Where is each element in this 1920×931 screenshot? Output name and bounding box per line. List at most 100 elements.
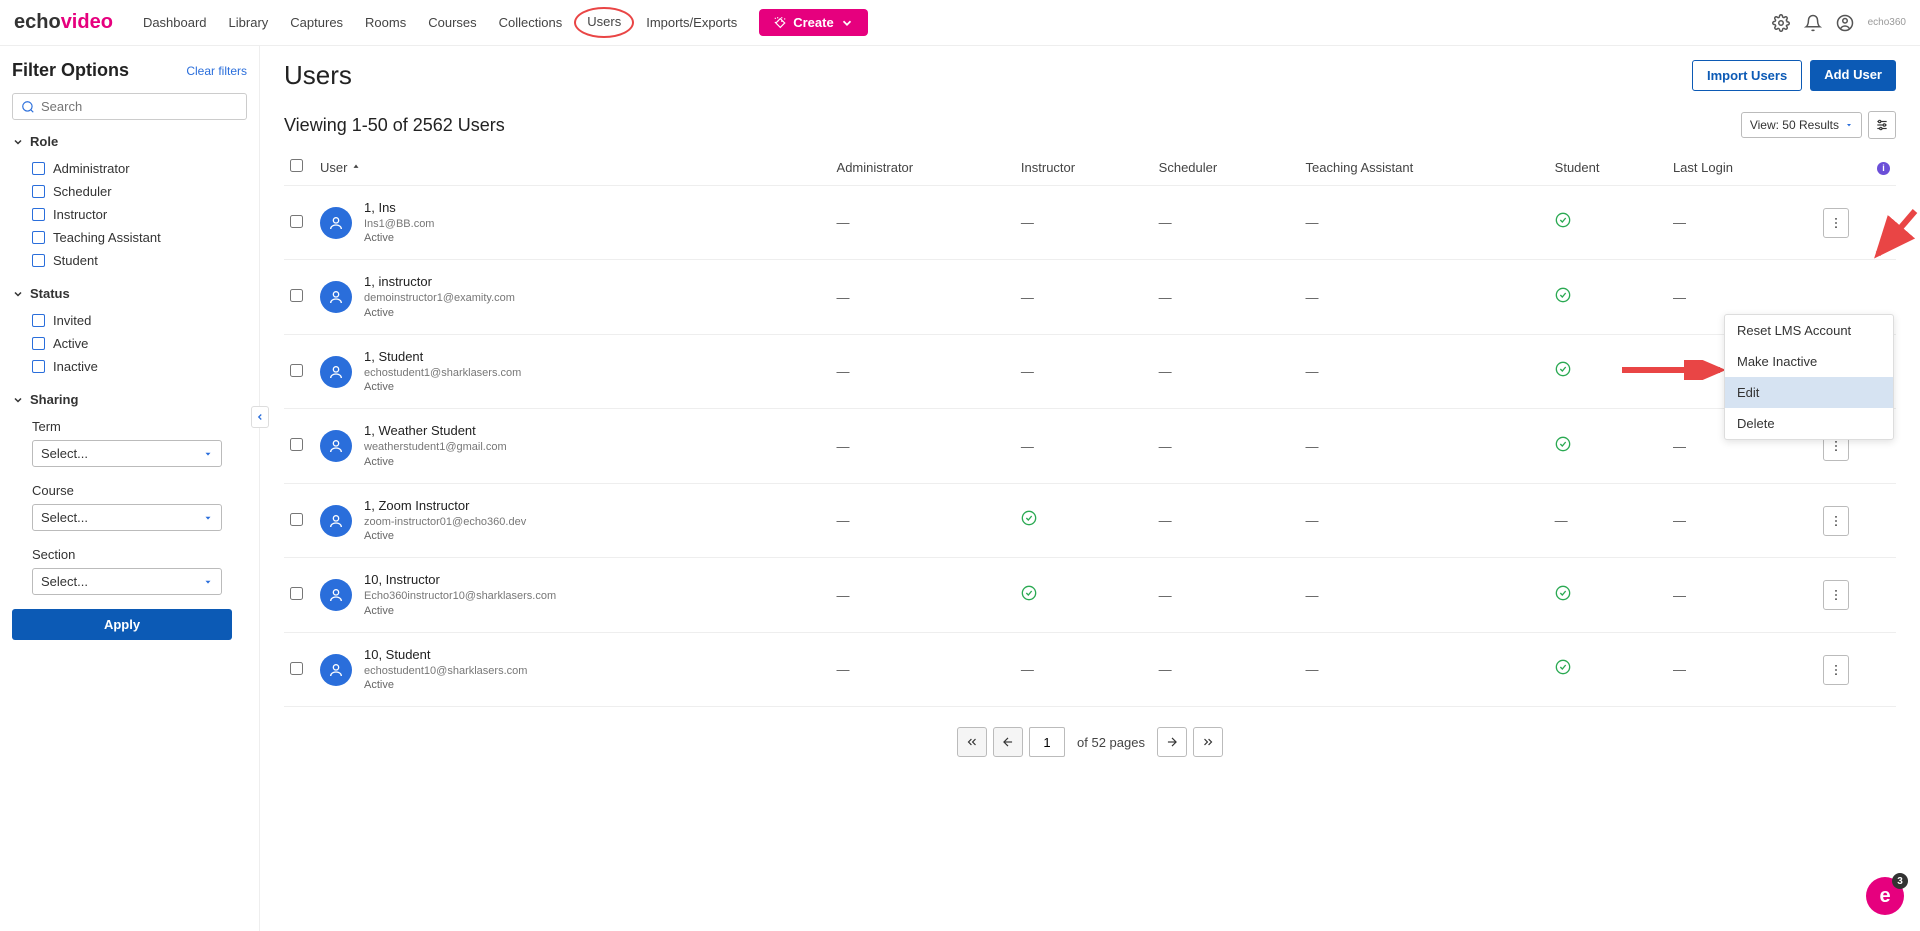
user-cell[interactable]: 1, Weather Student weatherstudent1@gmail… xyxy=(320,423,825,468)
chevrons-right-icon xyxy=(1201,735,1215,749)
clear-filters-link[interactable]: Clear filters xyxy=(186,64,247,78)
context-item-delete[interactable]: Delete xyxy=(1725,408,1893,439)
check-icon xyxy=(1021,513,1037,530)
dash-value: — xyxy=(837,439,850,454)
user-cell[interactable]: 1, Ins Ins1@BB.com Active xyxy=(320,200,825,245)
row-actions-button[interactable] xyxy=(1823,506,1849,536)
user-circle-icon[interactable] xyxy=(1836,14,1854,32)
th-user[interactable]: User xyxy=(314,149,831,186)
filter-sharing-heading: Sharing xyxy=(30,392,78,407)
filter-item-ta[interactable]: Teaching Assistant xyxy=(12,226,247,249)
row-checkbox[interactable] xyxy=(290,587,303,600)
nav-rooms[interactable]: Rooms xyxy=(355,9,416,36)
filter-item-student[interactable]: Student xyxy=(12,249,247,272)
row-actions-button[interactable] xyxy=(1823,655,1849,685)
filter-item-scheduler[interactable]: Scheduler xyxy=(12,180,247,203)
checkbox-icon xyxy=(32,231,45,244)
filter-search[interactable] xyxy=(12,93,247,120)
nav-captures[interactable]: Captures xyxy=(280,9,353,36)
settings-slider-button[interactable] xyxy=(1868,111,1896,139)
table-row: 1, Student echostudent1@sharklasers.com … xyxy=(284,334,1896,408)
user-email: echostudent10@sharklasers.com xyxy=(364,664,527,678)
search-input[interactable] xyxy=(41,99,238,114)
context-item-make-inactive[interactable]: Make Inactive xyxy=(1725,346,1893,377)
chevron-down-icon xyxy=(12,288,24,300)
check-icon xyxy=(1555,364,1571,381)
user-name: 1, instructor xyxy=(364,274,515,291)
filter-item-active[interactable]: Active xyxy=(12,332,247,355)
context-item-reset-lms-account[interactable]: Reset LMS Account xyxy=(1725,315,1893,346)
row-actions-button[interactable] xyxy=(1823,580,1849,610)
user-cell[interactable]: 1, Zoom Instructor zoom-instructor01@ech… xyxy=(320,498,825,543)
dash-value: — xyxy=(1673,215,1686,230)
row-checkbox[interactable] xyxy=(290,289,303,302)
filter-status-toggle[interactable]: Status xyxy=(12,286,247,301)
add-user-button[interactable]: Add User xyxy=(1810,60,1896,91)
dash-value: — xyxy=(1673,588,1686,603)
nav-collections[interactable]: Collections xyxy=(489,9,573,36)
user-email: weatherstudent1@gmail.com xyxy=(364,440,507,454)
arrow-left-icon xyxy=(1001,735,1015,749)
row-context-menu: Reset LMS AccountMake InactiveEditDelete xyxy=(1724,314,1894,440)
nav-imports-exports[interactable]: Imports/Exports xyxy=(636,9,747,36)
filter-item-administrator[interactable]: Administrator xyxy=(12,157,247,180)
row-checkbox[interactable] xyxy=(290,438,303,451)
page-first-button[interactable] xyxy=(957,727,987,757)
page-last-button[interactable] xyxy=(1193,727,1223,757)
course-label: Course xyxy=(12,479,247,504)
filter-sharing-toggle[interactable]: Sharing xyxy=(12,392,247,407)
row-checkbox[interactable] xyxy=(290,215,303,228)
context-item-edit[interactable]: Edit xyxy=(1725,377,1893,408)
th-student[interactable]: Student xyxy=(1549,149,1667,186)
info-icon[interactable]: i xyxy=(1877,162,1890,175)
section-select[interactable]: Select... xyxy=(32,568,222,595)
nav-dashboard[interactable]: Dashboard xyxy=(133,9,217,36)
nav-courses[interactable]: Courses xyxy=(418,9,486,36)
user-cell[interactable]: 10, Student echostudent10@sharklasers.co… xyxy=(320,647,825,692)
apply-button[interactable]: Apply xyxy=(12,609,232,640)
page-prev-button[interactable] xyxy=(993,727,1023,757)
course-select[interactable]: Select... xyxy=(32,504,222,531)
fab-symbol: e xyxy=(1879,885,1890,908)
th-ta[interactable]: Teaching Assistant xyxy=(1300,149,1549,186)
table-row: 1, Weather Student weatherstudent1@gmail… xyxy=(284,409,1896,483)
page-next-button[interactable] xyxy=(1157,727,1187,757)
viewing-row: Viewing 1-50 of 2562 Users View: 50 Resu… xyxy=(284,111,1896,139)
dash-value: — xyxy=(1555,513,1568,528)
section-label: Section xyxy=(12,543,247,568)
user-cell[interactable]: 1, instructor demoinstructor1@examity.co… xyxy=(320,274,825,319)
term-select[interactable]: Select... xyxy=(32,440,222,467)
import-users-button[interactable]: Import Users xyxy=(1692,60,1802,91)
filter-item-instructor[interactable]: Instructor xyxy=(12,203,247,226)
app-logo[interactable]: echovideo xyxy=(14,11,113,34)
help-fab[interactable]: e 3 xyxy=(1866,877,1904,915)
filter-item-invited[interactable]: Invited xyxy=(12,309,247,332)
wand-icon xyxy=(773,16,787,30)
filter-role-toggle[interactable]: Role xyxy=(12,134,247,149)
table-row: 1, Zoom Instructor zoom-instructor01@ech… xyxy=(284,483,1896,557)
gear-icon[interactable] xyxy=(1772,14,1790,32)
row-checkbox[interactable] xyxy=(290,513,303,526)
page-header: Users Import Users Add User xyxy=(284,60,1896,91)
nav-library[interactable]: Library xyxy=(219,9,279,36)
th-scheduler[interactable]: Scheduler xyxy=(1153,149,1300,186)
user-status: Active xyxy=(364,678,527,692)
nav-users[interactable]: Users xyxy=(574,7,634,38)
view-results-select[interactable]: View: 50 Results xyxy=(1741,112,1862,138)
checkbox-icon xyxy=(32,185,45,198)
filter-item-inactive[interactable]: Inactive xyxy=(12,355,247,378)
select-all-checkbox[interactable] xyxy=(290,159,303,172)
row-checkbox[interactable] xyxy=(290,364,303,377)
user-cell[interactable]: 10, Instructor Echo360instructor10@shark… xyxy=(320,572,825,617)
th-last-login[interactable]: Last Login xyxy=(1667,149,1817,186)
th-instructor[interactable]: Instructor xyxy=(1015,149,1153,186)
create-button[interactable]: Create xyxy=(759,9,867,36)
checkbox-icon xyxy=(32,162,45,175)
dash-value: — xyxy=(1159,439,1172,454)
row-checkbox[interactable] xyxy=(290,662,303,675)
th-admin[interactable]: Administrator xyxy=(831,149,1015,186)
bell-icon[interactable] xyxy=(1804,14,1822,32)
user-cell[interactable]: 1, Student echostudent1@sharklasers.com … xyxy=(320,349,825,394)
page-number-input[interactable] xyxy=(1029,727,1065,757)
row-actions-button[interactable] xyxy=(1823,208,1849,238)
